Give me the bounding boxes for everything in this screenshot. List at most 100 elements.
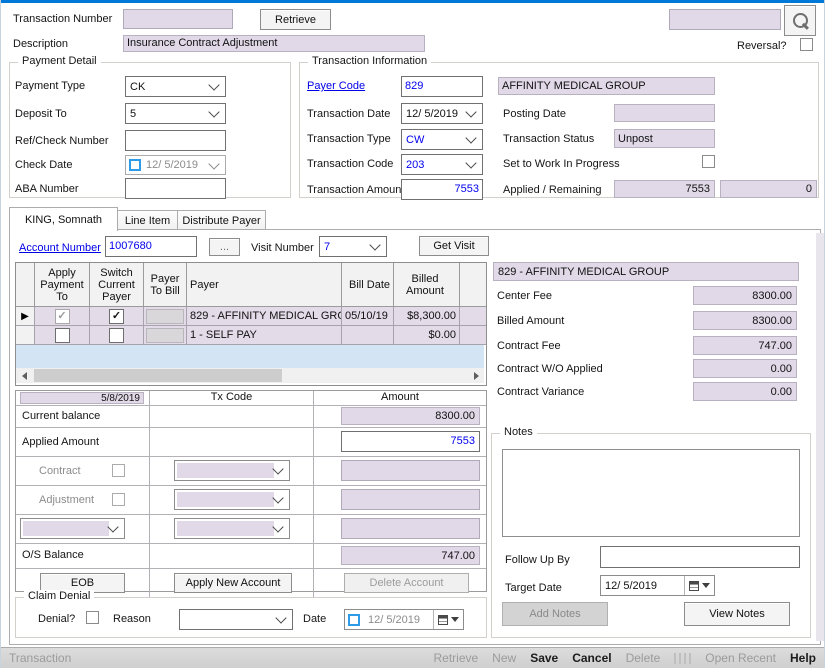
applied-amount-input[interactable]: 7553 [341,431,480,452]
posting-date-label: Posting Date [503,108,566,120]
extra-amount-input[interactable] [341,518,480,539]
status-save-button[interactable]: Save [530,651,558,665]
col-payer-to-bill[interactable]: Payer To Bill [144,263,187,307]
adjustment-txcode-select[interactable] [174,489,290,510]
adjustment-checkbox[interactable] [112,493,125,506]
status-new-button[interactable]: New [492,651,516,665]
payer-grid: Apply Payment To Switch Current Payer Pa… [15,262,487,386]
denial-date-checkbox[interactable] [348,614,360,626]
tab-distribute-payer[interactable]: Distribute Payer [177,210,266,231]
payer-to-bill-cell[interactable] [146,309,184,324]
contract-txcode-select[interactable] [174,460,290,481]
bill-date-cell[interactable] [342,326,394,345]
follow-up-by-input[interactable] [600,546,800,568]
switch-payer-checkbox[interactable] [109,309,124,324]
account-number-input[interactable]: 1007680 [105,236,197,257]
ref-check-number-input[interactable] [125,130,226,151]
work-in-progress-checkbox[interactable] [702,155,715,168]
scrollbar-thumb[interactable] [34,369,282,382]
check-date-value: 12/ 5/2019 [145,159,210,171]
grid-horizontal-scrollbar[interactable] [16,368,484,383]
deposit-to-select[interactable]: 5 [125,103,226,124]
payment-type-select[interactable]: CK [125,76,226,97]
transaction-date-picker[interactable]: 12/ 5/2019 [401,103,483,124]
check-date-picker[interactable]: 12/ 5/2019 [125,155,226,175]
status-help-button[interactable]: Help [790,651,816,665]
payer-cell[interactable]: 1 - SELF PAY [187,326,342,345]
contract-variance-label: Contract Variance [497,386,584,398]
col-switch-current-payer[interactable]: Switch Current Payer [90,263,144,307]
status-delete-button[interactable]: Delete [626,651,661,665]
chevron-down-icon [208,106,219,117]
scroll-right-button[interactable] [468,368,484,383]
transaction-amount-label: Transaction Amount [307,184,404,196]
right-edge-strip [816,233,824,641]
denial-reason-select[interactable] [179,609,293,630]
bill-date-cell[interactable]: 05/10/19 [342,307,394,326]
denial-date-picker[interactable]: 12/ 5/2019 [344,609,464,630]
chevron-down-icon [208,79,219,90]
switch-payer-checkbox[interactable] [109,328,124,343]
aba-number-input[interactable] [125,178,226,199]
col-payer[interactable]: Payer [187,263,342,307]
contract-amount-input[interactable] [341,460,480,481]
account-number-link[interactable]: Account Number [19,242,101,254]
transaction-information-title: Transaction Information [308,55,431,67]
account-browse-button[interactable]: ... [209,238,240,256]
payer-cell[interactable]: 829 - AFFINITY MEDICAL GROUP [187,307,342,326]
payment-type-value: CK [126,81,210,93]
check-date-checkbox[interactable] [129,159,141,171]
payer-name-field: AFFINITY MEDICAL GROUP [498,77,715,95]
chevron-down-icon [272,492,283,503]
deposit-to-label: Deposit To [15,108,67,120]
reversal-checkbox[interactable] [800,38,813,51]
visit-number-select[interactable]: 7 [319,236,387,257]
retrieve-button[interactable]: Retrieve [260,9,331,30]
extra-type-select[interactable] [20,518,125,539]
transaction-date-label: Transaction Date [307,108,390,120]
apply-payment-checkbox[interactable] [55,328,70,343]
payer-code-input[interactable]: 829 [401,76,483,97]
col-bill-date[interactable]: Bill Date [342,263,394,307]
apply-new-account-button[interactable]: Apply New Account [174,573,292,593]
scroll-left-button[interactable] [16,368,32,383]
notes-textarea[interactable] [502,449,800,537]
transaction-type-select[interactable]: CW [401,129,483,150]
payer-to-bill-cell[interactable] [146,328,184,343]
notes-title: Notes [500,426,537,438]
col-billed-amount[interactable]: Billed Amount [394,263,460,307]
payer-row-1[interactable]: ▶ 1 - SELF PAY $0.00 [16,326,486,345]
payer-code-link[interactable]: Payer Code [307,80,365,92]
get-visit-button[interactable]: Get Visit [419,236,489,256]
billed-amount-cell[interactable]: $8,300.00 [394,307,460,326]
billed-amount-cell[interactable]: $0.00 [394,326,460,345]
status-open-recent-button[interactable]: Open Recent [705,651,776,665]
calendar-dropdown-button[interactable] [433,610,463,629]
row-selector[interactable]: ▶ [16,307,35,326]
selected-row-arrow-icon: ▶ [21,311,29,322]
status-cancel-button[interactable]: Cancel [572,651,611,665]
transaction-amount-input[interactable]: 7553 [401,179,483,200]
contract-checkbox[interactable] [112,464,125,477]
extra-txcode-select[interactable] [174,518,290,539]
delete-account-button[interactable]: Delete Account [344,573,469,593]
transaction-code-select[interactable]: 203 [401,154,483,175]
row-selector[interactable]: ▶ [16,326,35,345]
status-bar: Transaction Retrieve New Save Cancel Del… [1,647,824,668]
payer-row-0[interactable]: ▶ 829 - AFFINITY MEDICAL GROUP 05/10/19 … [16,307,486,326]
search-button[interactable] [784,5,816,36]
tab-patient[interactable]: KING, Somnath [9,207,118,231]
grid-empty-area [16,345,484,368]
tab-line-item[interactable]: Line Item [117,210,178,231]
denial-checkbox[interactable] [86,611,99,624]
add-notes-button[interactable]: Add Notes [502,602,608,626]
apply-payment-checkbox[interactable] [55,309,70,324]
target-date-picker[interactable]: 12/ 5/2019 [600,575,715,596]
col-apply-payment-to[interactable]: Apply Payment To [35,263,90,307]
lookup-field[interactable] [669,9,781,30]
adjustment-amount-input[interactable] [341,489,480,510]
deposit-to-value: 5 [126,108,210,120]
calendar-dropdown-button[interactable] [684,576,714,595]
view-notes-button[interactable]: View Notes [684,602,790,626]
status-retrieve-button[interactable]: Retrieve [433,651,478,665]
